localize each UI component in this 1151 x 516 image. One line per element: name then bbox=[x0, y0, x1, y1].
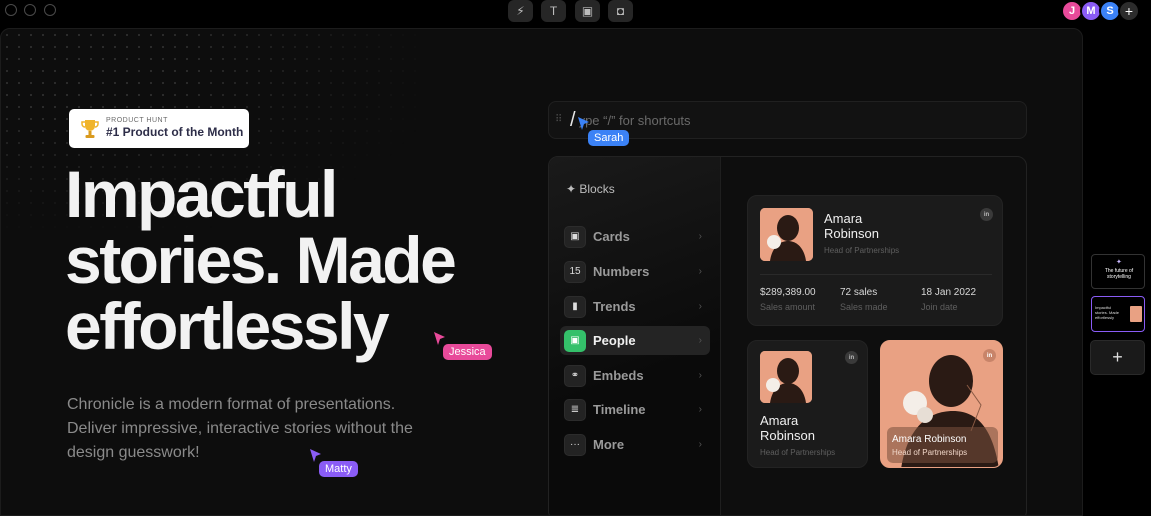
thumbnail-image bbox=[1130, 306, 1142, 322]
chevron-right-icon: › bbox=[698, 439, 702, 450]
block-item-label: More bbox=[593, 437, 625, 452]
thumbnail-title: Impactful stories. Made effortlessly bbox=[1095, 305, 1120, 320]
block-item-numbers[interactable]: 15 Numbers › bbox=[560, 257, 710, 286]
sarah-cursor-icon bbox=[578, 117, 589, 130]
block-item-label: People bbox=[593, 333, 636, 348]
chevron-right-icon: › bbox=[698, 266, 702, 277]
blocks-sidebar: ✦ Blocks ▣ Cards › 15 Numbers › ▮ Trends… bbox=[549, 157, 721, 515]
bar-chart-icon: ▮ bbox=[564, 295, 586, 318]
top-bar: ⚡ T ▣ ◘ J M S + bbox=[0, 0, 1151, 28]
person-card-photo[interactable]: in Amara Robinson Head of Partnerships bbox=[880, 340, 1003, 468]
product-hunt-badge[interactable]: PRODUCT HUNT #1 Product of the Month bbox=[69, 109, 249, 148]
block-item-more[interactable]: ··· More › bbox=[560, 430, 710, 459]
block-item-timeline[interactable]: ≣ Timeline › bbox=[560, 395, 710, 424]
thumbnail-title: The future of storytelling bbox=[1104, 268, 1134, 280]
drag-handle-icon[interactable]: ⠿ bbox=[555, 115, 563, 125]
linkedin-icon[interactable]: in bbox=[983, 349, 996, 362]
person-photo bbox=[760, 351, 812, 403]
window-close-button[interactable] bbox=[5, 4, 17, 16]
slide-thumbnail-2[interactable]: Impactful stories. Made effortlessly bbox=[1091, 296, 1145, 332]
chevron-right-icon: › bbox=[698, 231, 702, 242]
headline-line: stories. Made bbox=[65, 223, 457, 297]
chevron-right-icon: › bbox=[698, 370, 702, 381]
block-item-trends[interactable]: ▮ Trends › bbox=[560, 292, 710, 321]
link-icon: ⚭ bbox=[564, 364, 586, 387]
window-maximize-button[interactable] bbox=[44, 4, 56, 16]
stat-value: 18 Jan 2022 bbox=[921, 287, 977, 298]
layout-tool-button[interactable]: ◘ bbox=[608, 0, 633, 22]
bolt-icon: ⚡ bbox=[516, 4, 525, 18]
block-item-embeds[interactable]: ⚭ Embeds › bbox=[560, 361, 710, 390]
person-role: Head of Partnerships bbox=[892, 448, 968, 457]
text-icon: T bbox=[549, 4, 558, 18]
shortcut-placeholder: ype “/” for shortcuts bbox=[578, 112, 691, 128]
stat-label: Sales amount bbox=[760, 302, 816, 312]
numbers-icon: 15 bbox=[564, 260, 586, 283]
stat-value: 72 sales bbox=[840, 287, 878, 298]
linkedin-icon[interactable]: in bbox=[845, 351, 858, 364]
slide-thumbnail-1[interactable]: ✦ The future of storytelling bbox=[1091, 254, 1145, 289]
image-tool-button[interactable]: ▣ bbox=[575, 0, 600, 22]
sarah-cursor-label: Sarah bbox=[588, 130, 630, 146]
image-icon: ▣ bbox=[564, 225, 586, 248]
chevron-right-icon: › bbox=[698, 404, 702, 415]
block-item-cards[interactable]: ▣ Cards › bbox=[560, 222, 710, 251]
layout-icon: ◘ bbox=[616, 4, 625, 18]
window-minimize-button[interactable] bbox=[24, 4, 36, 16]
linkedin-icon[interactable]: in bbox=[980, 208, 993, 221]
block-item-label: Timeline bbox=[593, 402, 646, 417]
person-role: Head of Partnerships bbox=[824, 246, 900, 255]
person-role: Head of Partnerships bbox=[760, 448, 836, 457]
add-collaborator-button[interactable]: + bbox=[1118, 0, 1140, 22]
badge-caption: PRODUCT HUNT bbox=[106, 117, 168, 124]
block-item-label: Cards bbox=[593, 229, 630, 244]
blocks-title: ✦ Blocks bbox=[566, 182, 615, 196]
person-name: Amara Robinson bbox=[824, 211, 879, 241]
image-icon: ▣ bbox=[581, 4, 594, 18]
person-icon: ▣ bbox=[564, 329, 586, 352]
person-card-small[interactable]: in Amara Robinson Head of Partnerships bbox=[747, 340, 868, 468]
timeline-icon: ≣ bbox=[564, 398, 586, 421]
stat-label: Sales made bbox=[840, 302, 888, 312]
headline-line: Impactful bbox=[65, 157, 338, 231]
block-item-label: Numbers bbox=[593, 264, 650, 279]
slash-char: / bbox=[570, 108, 576, 131]
trophy-icon bbox=[81, 119, 99, 138]
text-tool-button[interactable]: T bbox=[541, 0, 566, 22]
person-card-large[interactable]: Amara Robinson Head of Partnerships in $… bbox=[747, 195, 1003, 326]
chevron-right-icon: › bbox=[698, 301, 702, 312]
person-photo bbox=[760, 208, 813, 261]
person-name: Amara Robinson bbox=[760, 413, 815, 443]
blocks-panel: ✦ Blocks ▣ Cards › 15 Numbers › ▮ Trends… bbox=[548, 156, 1027, 515]
stat-label: Join date bbox=[921, 302, 958, 312]
jessica-cursor-label: Jessica bbox=[443, 344, 492, 360]
block-item-people[interactable]: ▣ People › bbox=[560, 326, 710, 355]
divider bbox=[760, 274, 992, 275]
add-slide-button[interactable]: + bbox=[1090, 340, 1145, 375]
block-item-label: Trends bbox=[593, 299, 636, 314]
stat-value: $289,389.00 bbox=[760, 287, 816, 298]
more-icon: ··· bbox=[564, 433, 586, 456]
chevron-right-icon: › bbox=[698, 335, 702, 346]
bolt-tool-button[interactable]: ⚡ bbox=[508, 0, 533, 22]
sparkle-icon: ✦ bbox=[1116, 259, 1122, 266]
hero-description: Chronicle is a modern format of presenta… bbox=[67, 396, 413, 461]
block-item-label: Embeds bbox=[593, 368, 644, 383]
matty-cursor-label: Matty bbox=[319, 461, 358, 477]
headline: Impactful stories. Made effortlessly bbox=[65, 161, 545, 359]
slide-canvas[interactable]: PRODUCT HUNT #1 Product of the Month Imp… bbox=[0, 28, 1083, 516]
badge-title: #1 Product of the Month bbox=[106, 125, 244, 139]
caption-overlay: Amara Robinson Head of Partnerships bbox=[887, 427, 998, 463]
person-name: Amara Robinson bbox=[892, 434, 967, 445]
